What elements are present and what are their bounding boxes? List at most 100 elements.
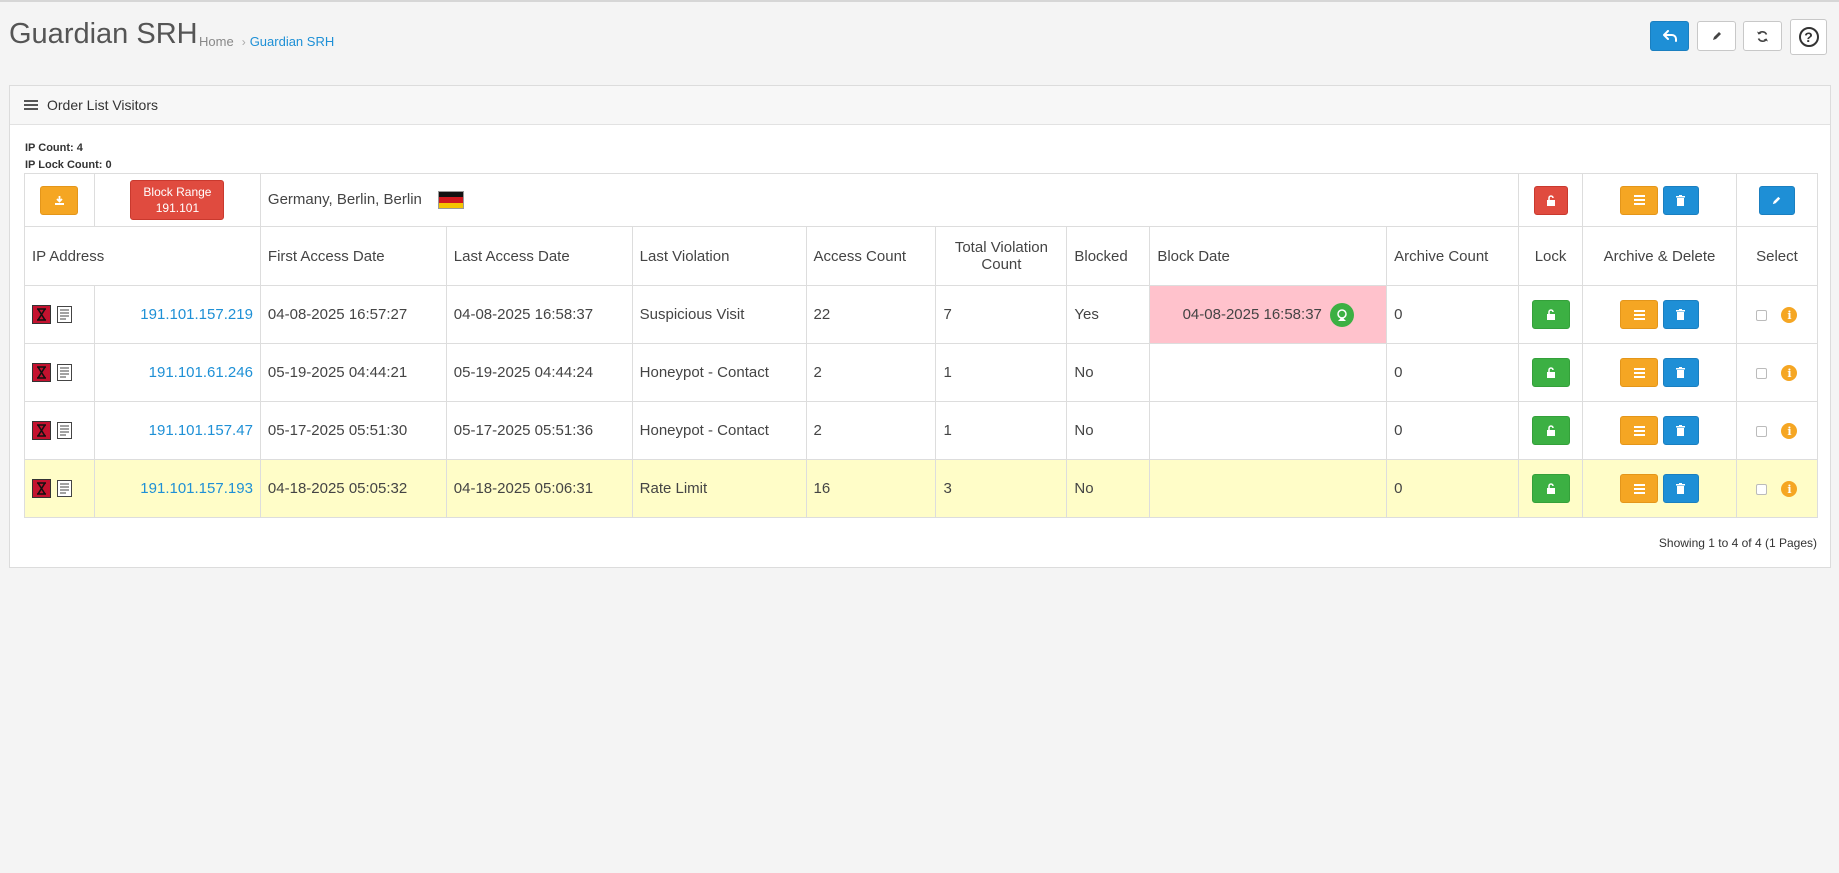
archive-icon	[1633, 483, 1645, 494]
total-violation-cell: 1	[935, 401, 1068, 460]
panel-heading: Order List Visitors	[10, 86, 1830, 125]
table-row: 191.101.157.47 05-17-2025 05:51:30 05-17…	[24, 401, 1819, 460]
germany-flag-icon	[438, 191, 465, 210]
table-row: 191.101.157.193 04-18-2025 05:05:32 04-1…	[24, 459, 1819, 518]
block-range-button[interactable]: Block Range 191.101	[130, 180, 225, 220]
blocked-cell: No	[1066, 459, 1151, 518]
access-count-cell: 2	[805, 401, 937, 460]
help-button[interactable]: ?	[1790, 19, 1827, 55]
breadcrumb-current[interactable]: Guardian SRH	[250, 34, 335, 49]
blocked-cell: Yes	[1066, 285, 1151, 344]
info-icon[interactable]: i	[1781, 481, 1798, 498]
refresh-button[interactable]	[1743, 21, 1782, 51]
block-date-cell	[1149, 401, 1388, 460]
document-icon[interactable]	[55, 363, 74, 382]
last-violation-cell: Suspicious Visit	[631, 285, 807, 344]
col-blocked[interactable]: Blocked	[1066, 226, 1151, 286]
block-date-cell	[1149, 343, 1388, 402]
first-access-cell: 04-08-2025 16:57:27	[259, 285, 447, 344]
document-icon[interactable]	[55, 305, 74, 324]
block-ip-icon[interactable]	[32, 479, 51, 498]
help-icon: ?	[1798, 27, 1819, 47]
col-total-violation[interactable]: Total Violation Count	[935, 226, 1068, 286]
page-title: Guardian SRH	[9, 18, 198, 50]
download-button[interactable]	[40, 185, 79, 215]
archive-icon	[1633, 367, 1645, 378]
table-row: 191.101.61.246 05-19-2025 04:44:21 05-19…	[24, 343, 1819, 402]
back-icon	[1662, 30, 1677, 42]
location-text: Germany, Berlin, Berlin	[267, 190, 422, 208]
col-last-violation[interactable]: Last Violation	[631, 226, 807, 286]
last-access-cell: 05-17-2025 05:51:36	[445, 401, 633, 460]
ip-link[interactable]: 191.101.157.219	[140, 306, 253, 323]
delete-button[interactable]	[1662, 358, 1699, 387]
archive-button[interactable]	[1620, 300, 1659, 329]
delete-button[interactable]	[1662, 300, 1699, 329]
lock-button[interactable]	[1531, 474, 1570, 503]
block-ip-icon[interactable]	[32, 421, 51, 440]
table-toolbar: Block Range 191.101 Germany, Berlin, Ber…	[24, 173, 1819, 227]
archive-button[interactable]	[1620, 474, 1659, 503]
document-icon[interactable]	[55, 421, 74, 440]
select-checkbox[interactable]	[1756, 425, 1768, 437]
lock-button[interactable]	[1531, 358, 1570, 387]
ip-link[interactable]: 191.101.61.246	[149, 364, 253, 381]
archive-count-cell: 0	[1386, 459, 1520, 518]
edit-selected-button[interactable]	[1758, 185, 1795, 215]
archive-button[interactable]	[1620, 358, 1659, 387]
trash-icon	[1676, 425, 1686, 436]
col-last-access[interactable]: Last Access Date	[445, 226, 633, 286]
unlock-icon	[1546, 194, 1556, 206]
block-ip-icon[interactable]	[32, 305, 51, 324]
col-archive-count[interactable]: Archive Count	[1386, 226, 1520, 286]
col-archive-delete: Archive & Delete	[1582, 226, 1737, 286]
blocked-cell: No	[1066, 401, 1151, 460]
col-lock: Lock	[1518, 226, 1584, 286]
back-button[interactable]	[1650, 21, 1689, 51]
breadcrumb-home[interactable]: Home	[199, 34, 234, 49]
pagination-info: Showing 1 to 4 of 4 (1 Pages)	[1658, 536, 1817, 550]
lock-button[interactable]	[1531, 416, 1570, 445]
info-icon[interactable]: i	[1781, 365, 1798, 382]
trash-icon	[1676, 309, 1686, 320]
first-access-cell: 05-19-2025 04:44:21	[259, 343, 447, 402]
pencil-icon	[1711, 30, 1723, 42]
download-icon	[54, 195, 65, 206]
col-ip-address[interactable]: IP Address	[24, 226, 261, 286]
select-checkbox[interactable]	[1756, 309, 1768, 321]
select-checkbox[interactable]	[1756, 483, 1768, 495]
unlock-all-button[interactable]	[1533, 185, 1568, 215]
ip-lock-count: IP Lock Count: 0	[25, 159, 112, 171]
archive-all-button[interactable]	[1620, 185, 1659, 215]
archive-button[interactable]	[1620, 416, 1659, 445]
document-icon[interactable]	[55, 479, 74, 498]
first-access-cell: 05-17-2025 05:51:30	[259, 401, 447, 460]
archive-icon	[1633, 309, 1645, 320]
edit-button[interactable]	[1697, 21, 1736, 51]
block-ip-icon[interactable]	[32, 363, 51, 382]
unlock-icon	[1546, 309, 1556, 320]
ip-link[interactable]: 191.101.157.47	[149, 422, 253, 439]
ip-link[interactable]: 191.101.157.193	[140, 480, 253, 497]
info-icon[interactable]: i	[1781, 307, 1798, 324]
delete-button[interactable]	[1662, 416, 1699, 445]
info-icon[interactable]: i	[1781, 423, 1798, 440]
block-date-cell	[1149, 459, 1388, 518]
col-access-count[interactable]: Access Count	[805, 226, 937, 286]
archive-icon	[1633, 425, 1645, 436]
panel-title: Order List Visitors	[47, 97, 158, 113]
last-violation-cell: Rate Limit	[631, 459, 807, 518]
col-first-access[interactable]: First Access Date	[259, 226, 447, 286]
order-list-panel: Order List Visitors IP Count: 4 IP Lock …	[9, 85, 1831, 568]
archive-icon	[1633, 195, 1645, 205]
delete-all-button[interactable]	[1662, 185, 1699, 215]
delete-button[interactable]	[1662, 474, 1699, 503]
unlock-icon	[1546, 367, 1556, 378]
block-range-value: 191.101	[155, 201, 200, 215]
blocked-status-icon	[1329, 302, 1354, 327]
access-count-cell: 2	[805, 343, 937, 402]
select-checkbox[interactable]	[1756, 367, 1768, 379]
col-block-date[interactable]: Block Date	[1149, 226, 1388, 286]
table-row: 191.101.157.219 04-08-2025 16:57:27 04-0…	[24, 285, 1819, 344]
lock-button[interactable]	[1531, 300, 1570, 329]
